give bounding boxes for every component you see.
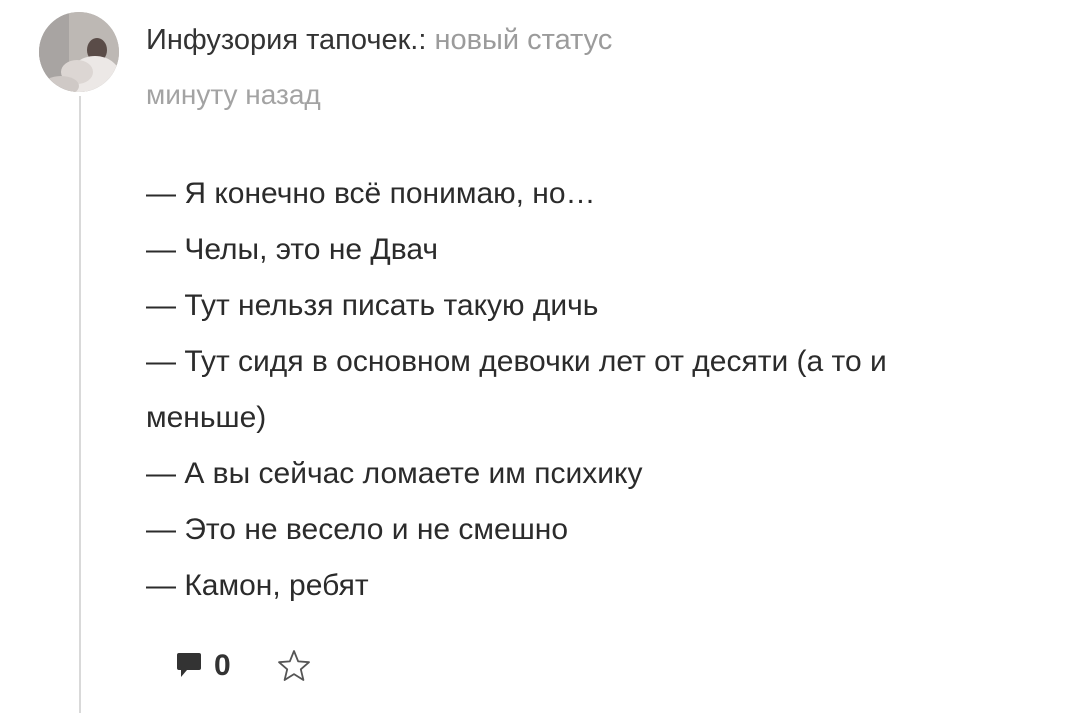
post-line: — Тут сидя в основном девочки лет от дес… bbox=[146, 345, 887, 378]
avatar-image bbox=[39, 12, 119, 92]
comments-button[interactable]: 0 bbox=[176, 649, 231, 683]
post-line: — А вы сейчас ломаете им психику bbox=[146, 457, 643, 490]
avatar[interactable] bbox=[39, 12, 119, 92]
post-footer: 0 bbox=[176, 648, 311, 684]
post-body: — Я конечно всё понимаю, но… — Челы, это… bbox=[146, 166, 976, 614]
comment-icon bbox=[176, 652, 202, 680]
star-icon bbox=[277, 649, 311, 683]
post-line: — Я конечно всё понимаю, но… bbox=[146, 177, 596, 210]
author-name[interactable]: Инфузория тапочек. bbox=[146, 24, 418, 56]
post-line: меньше) bbox=[146, 401, 267, 434]
post-line: — Челы, это не Двач bbox=[146, 233, 438, 266]
status-post: Инфузория тапочек.: новый статус минуту … bbox=[0, 0, 1080, 713]
favorite-button[interactable] bbox=[277, 649, 311, 683]
post-line: — Тут нельзя писать такую дичь bbox=[146, 289, 599, 322]
post-timestamp[interactable]: минуту назад bbox=[146, 78, 321, 112]
post-action: новый статус bbox=[426, 24, 613, 56]
post-line: — Это не весело и не смешно bbox=[146, 513, 569, 546]
comment-count: 0 bbox=[214, 649, 231, 682]
post-header: Инфузория тапочек.: новый статус bbox=[146, 22, 612, 58]
thread-line bbox=[79, 96, 81, 713]
post-line: — Камон, ребят bbox=[146, 569, 369, 602]
